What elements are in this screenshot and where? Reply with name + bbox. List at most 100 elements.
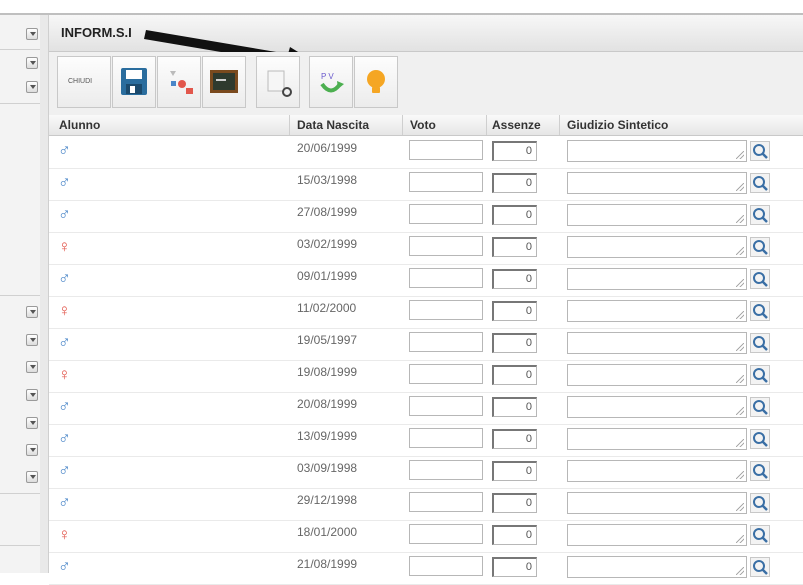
collapse-button[interactable] bbox=[26, 28, 38, 40]
voto-input[interactable] bbox=[409, 556, 483, 576]
close-button[interactable]: CHIUDI bbox=[57, 56, 111, 108]
magnifier-icon[interactable] bbox=[750, 301, 770, 321]
collapse-button[interactable] bbox=[26, 306, 38, 318]
splitter[interactable] bbox=[40, 15, 49, 573]
table-row: ♂ 19/05/1997 0 bbox=[49, 328, 803, 361]
assenze-input[interactable]: 0 bbox=[492, 493, 537, 513]
voto-input[interactable] bbox=[409, 172, 483, 192]
giudizio-input[interactable] bbox=[567, 460, 747, 482]
magnifier-icon[interactable] bbox=[750, 173, 770, 193]
collapse-button[interactable] bbox=[26, 417, 38, 429]
settings-button[interactable] bbox=[256, 56, 300, 108]
divider bbox=[0, 295, 40, 296]
resize-grip-icon[interactable] bbox=[736, 375, 744, 383]
resize-grip-icon[interactable] bbox=[736, 183, 744, 191]
header-assenze[interactable]: Assenze bbox=[492, 118, 541, 132]
collapse-button[interactable] bbox=[26, 57, 38, 69]
magnifier-icon[interactable] bbox=[750, 269, 770, 289]
pv-button[interactable]: P V bbox=[309, 56, 353, 108]
collapse-button[interactable] bbox=[26, 444, 38, 456]
giudizio-input[interactable] bbox=[567, 140, 747, 162]
assenze-input[interactable]: 0 bbox=[492, 141, 537, 161]
assenze-input[interactable]: 0 bbox=[492, 205, 537, 225]
giudizio-input[interactable] bbox=[567, 204, 747, 226]
resize-grip-icon[interactable] bbox=[736, 471, 744, 479]
magnifier-icon[interactable] bbox=[750, 333, 770, 353]
resize-grip-icon[interactable] bbox=[736, 311, 744, 319]
magnifier-icon[interactable] bbox=[750, 429, 770, 449]
magnifier-icon[interactable] bbox=[750, 141, 770, 161]
magnifier-icon[interactable] bbox=[750, 237, 770, 257]
resize-grip-icon[interactable] bbox=[736, 407, 744, 415]
assenze-input[interactable]: 0 bbox=[492, 333, 537, 353]
giudizio-input[interactable] bbox=[567, 364, 747, 386]
collapse-button[interactable] bbox=[26, 389, 38, 401]
header-data-nascita[interactable]: Data Nascita bbox=[297, 118, 369, 132]
collapse-button[interactable] bbox=[26, 471, 38, 483]
birth-date: 18/01/2000 bbox=[297, 525, 358, 539]
resize-grip-icon[interactable] bbox=[736, 247, 744, 255]
resize-grip-icon[interactable] bbox=[736, 151, 744, 159]
giudizio-input[interactable] bbox=[567, 556, 747, 578]
resize-grip-icon[interactable] bbox=[736, 215, 744, 223]
voto-input[interactable] bbox=[409, 140, 483, 160]
giudizio-input[interactable] bbox=[567, 396, 747, 418]
collapse-button[interactable] bbox=[26, 361, 38, 373]
giudizio-input[interactable] bbox=[567, 332, 747, 354]
magnifier-icon[interactable] bbox=[750, 525, 770, 545]
magnifier-icon[interactable] bbox=[750, 493, 770, 513]
giudizio-input[interactable] bbox=[567, 492, 747, 514]
assenze-input[interactable]: 0 bbox=[492, 173, 537, 193]
assenze-input[interactable]: 0 bbox=[492, 269, 537, 289]
voto-input[interactable] bbox=[409, 524, 483, 544]
voto-input[interactable] bbox=[409, 396, 483, 416]
magnifier-icon[interactable] bbox=[750, 205, 770, 225]
voto-input[interactable] bbox=[409, 236, 483, 256]
resize-grip-icon[interactable] bbox=[736, 279, 744, 287]
assenze-input[interactable]: 0 bbox=[492, 557, 537, 577]
magnifier-icon[interactable] bbox=[750, 365, 770, 385]
assenze-input[interactable]: 0 bbox=[492, 237, 537, 257]
collapse-button[interactable] bbox=[26, 81, 38, 93]
save-button[interactable] bbox=[112, 56, 156, 108]
magnifier-icon[interactable] bbox=[750, 397, 770, 417]
voto-input[interactable] bbox=[409, 204, 483, 224]
blackboard-button[interactable] bbox=[202, 56, 246, 108]
voto-input[interactable] bbox=[409, 460, 483, 480]
voto-input[interactable] bbox=[409, 332, 483, 352]
divider bbox=[0, 49, 40, 50]
voto-input[interactable] bbox=[409, 428, 483, 448]
resize-grip-icon[interactable] bbox=[736, 503, 744, 511]
magnifier-icon[interactable] bbox=[750, 461, 770, 481]
voto-input[interactable] bbox=[409, 300, 483, 320]
table-row: ♀ 19/08/1999 0 bbox=[49, 360, 803, 393]
colors-button[interactable] bbox=[157, 56, 201, 108]
voto-input[interactable] bbox=[409, 492, 483, 512]
voto-input[interactable] bbox=[409, 364, 483, 384]
resize-grip-icon[interactable] bbox=[736, 439, 744, 447]
collapse-button[interactable] bbox=[26, 334, 38, 346]
giudizio-input[interactable] bbox=[567, 268, 747, 290]
idea-button[interactable] bbox=[354, 56, 398, 108]
assenze-input[interactable]: 0 bbox=[492, 429, 537, 449]
assenze-input[interactable]: 0 bbox=[492, 397, 537, 417]
header-alunno[interactable]: Alunno bbox=[59, 118, 100, 132]
assenze-input[interactable]: 0 bbox=[492, 461, 537, 481]
assenze-input[interactable]: 0 bbox=[492, 301, 537, 321]
giudizio-input[interactable] bbox=[567, 524, 747, 546]
voto-input[interactable] bbox=[409, 268, 483, 288]
resize-grip-icon[interactable] bbox=[736, 535, 744, 543]
resize-grip-icon[interactable] bbox=[736, 343, 744, 351]
giudizio-input[interactable] bbox=[567, 300, 747, 322]
header-giudizio[interactable]: Giudizio Sintetico bbox=[567, 118, 668, 132]
magnifier-icon[interactable] bbox=[750, 557, 770, 577]
giudizio-input[interactable] bbox=[567, 428, 747, 450]
birth-date: 15/03/1998 bbox=[297, 173, 358, 187]
resize-grip-icon[interactable] bbox=[736, 567, 744, 575]
giudizio-input[interactable] bbox=[567, 172, 747, 194]
birth-date: 19/05/1997 bbox=[297, 333, 358, 347]
giudizio-input[interactable] bbox=[567, 236, 747, 258]
assenze-input[interactable]: 0 bbox=[492, 525, 537, 545]
header-voto[interactable]: Voto bbox=[410, 118, 436, 132]
assenze-input[interactable]: 0 bbox=[492, 365, 537, 385]
